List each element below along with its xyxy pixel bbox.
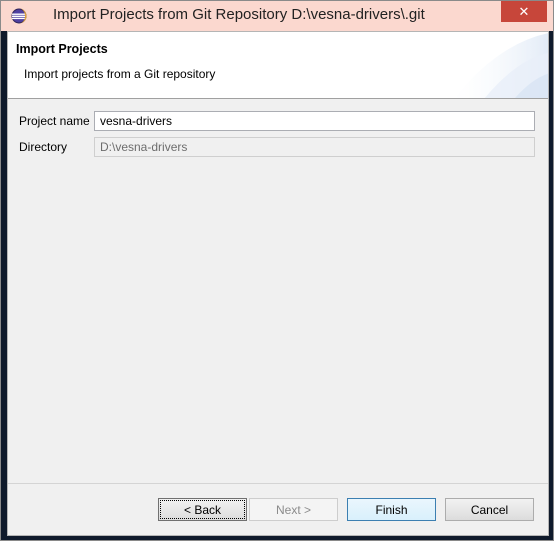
close-icon: ✕	[518, 3, 530, 19]
eclipse-icon[interactable]	[11, 8, 27, 24]
close-button[interactable]: ✕	[501, 1, 547, 22]
title-bar[interactable]: Import Projects from Git Repository D:\v…	[1, 1, 553, 31]
cancel-button[interactable]: Cancel	[445, 498, 534, 521]
directory-input	[94, 137, 535, 157]
back-button[interactable]: < Back	[158, 498, 247, 521]
wizard-banner-graphic	[454, 33, 548, 98]
wizard-banner: Import Projects Import projects from a G…	[8, 32, 548, 99]
next-button[interactable]: Next >	[249, 498, 338, 521]
wizard-title: Import Projects	[16, 42, 108, 56]
directory-label: Directory	[19, 140, 68, 154]
project-name-label: Project name	[19, 114, 90, 128]
dialog-content: Import Projects Import projects from a G…	[7, 31, 549, 536]
wizard-description: Import projects from a Git repository	[24, 67, 216, 81]
dialog-window: Import Projects from Git Repository D:\v…	[0, 0, 554, 541]
window-title: Import Projects from Git Repository D:\v…	[53, 6, 425, 23]
finish-button[interactable]: Finish	[347, 498, 436, 521]
footer-separator	[8, 483, 548, 484]
project-name-input[interactable]	[94, 111, 535, 131]
